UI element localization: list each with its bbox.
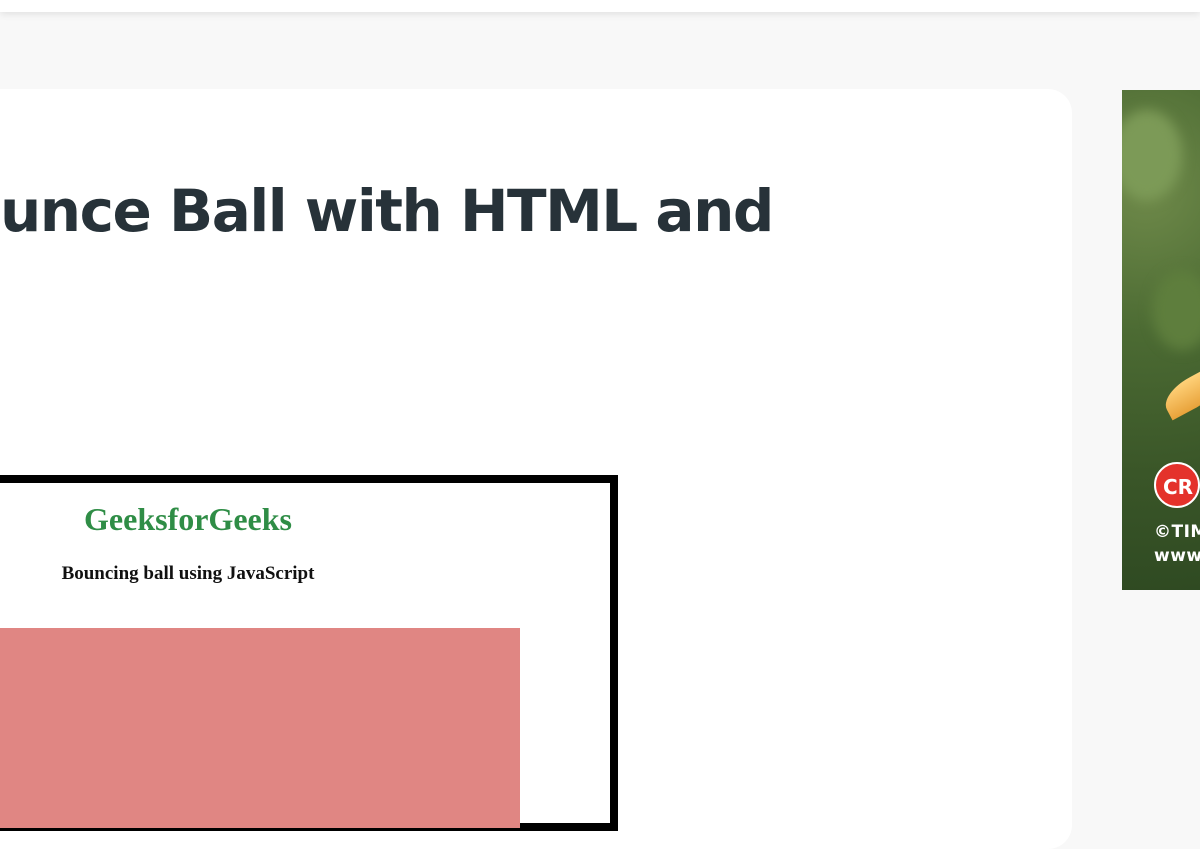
advertisement-banner[interactable]: CR ©TIM www xyxy=(1122,90,1200,590)
demo-subheading: Bouncing ball using JavaScript xyxy=(61,563,315,584)
bouncing-ball-canvas xyxy=(0,628,520,828)
ad-logo-badge: CR xyxy=(1154,462,1200,508)
ad-url-text: www xyxy=(1154,546,1200,566)
demo-heading: GeeksforGeeks xyxy=(84,501,292,537)
ad-copyright-text: ©TIM xyxy=(1154,522,1200,542)
demo-output-frame: GeeksforGeeks Bouncing ball using JavaSc… xyxy=(0,475,618,831)
top-navigation-bar xyxy=(0,0,1200,12)
ad-leaf-image xyxy=(1158,365,1200,421)
page-title: unce Ball with HTML and xyxy=(0,177,774,245)
ad-background-highlight xyxy=(1122,110,1182,200)
ad-background-highlight xyxy=(1152,270,1200,350)
